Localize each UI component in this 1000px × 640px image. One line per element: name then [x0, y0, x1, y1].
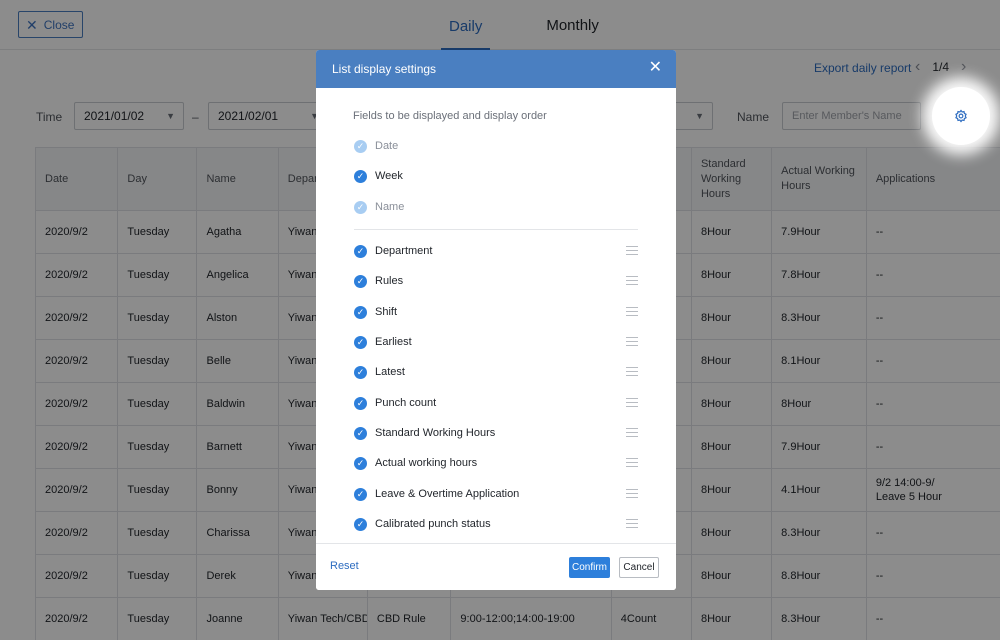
close-icon[interactable]: ✕	[649, 60, 662, 76]
gear-icon	[955, 109, 967, 123]
field-item[interactable]: ✓ Shift	[354, 302, 638, 322]
drag-handle-icon[interactable]	[626, 458, 638, 467]
field-item[interactable]: ✓ Week	[354, 166, 638, 186]
field-item[interactable]: ✓ Punch count	[354, 393, 638, 413]
divider	[354, 229, 638, 230]
drag-handle-icon[interactable]	[626, 398, 638, 407]
drag-handle-icon[interactable]	[626, 307, 638, 316]
list-display-settings-dialog: List display settings ✕ Fields to be dis…	[316, 50, 676, 590]
field-label: Shift	[375, 306, 398, 318]
check-icon[interactable]: ✓	[354, 456, 367, 470]
check-icon[interactable]: ✓	[354, 426, 367, 440]
drag-handle-icon[interactable]	[626, 367, 638, 376]
field-label: Punch count	[375, 397, 437, 409]
field-item[interactable]: ✓ Latest	[354, 362, 638, 382]
field-item[interactable]: ✓ Leave & Overtime Application	[354, 484, 638, 504]
field-item[interactable]: ✓ Calibrated punch status	[354, 514, 638, 534]
check-icon[interactable]: ✓	[354, 517, 367, 531]
field-item[interactable]: ✓ Earliest	[354, 332, 638, 352]
field-label: Name	[375, 201, 405, 213]
dialog-footer: Reset Confirm Cancel	[316, 543, 676, 590]
check-icon[interactable]: ✓	[354, 244, 367, 258]
drag-handle-icon[interactable]	[626, 519, 638, 528]
cancel-button[interactable]: Cancel	[619, 557, 659, 578]
check-icon[interactable]: ✓	[354, 274, 367, 288]
check-icon[interactable]: ✓	[354, 169, 367, 183]
drag-handle-icon[interactable]	[626, 246, 638, 255]
field-label: Standard Working Hours	[375, 427, 496, 439]
field-item-fixed: ✓ Date	[354, 136, 638, 156]
field-label: Latest	[375, 366, 405, 378]
fields-section-title: Fields to be displayed and display order	[353, 110, 547, 122]
dialog-title: List display settings	[332, 62, 437, 76]
check-icon[interactable]: ✓	[354, 487, 367, 501]
column-settings-button[interactable]	[932, 87, 990, 145]
field-label: Calibrated punch status	[375, 518, 491, 530]
field-label: Date	[375, 140, 399, 152]
check-icon[interactable]: ✓	[354, 365, 367, 379]
field-label: Week	[375, 170, 403, 182]
reset-button[interactable]: Reset	[330, 560, 359, 572]
check-icon[interactable]: ✓	[354, 335, 367, 349]
field-label: Department	[375, 245, 433, 257]
confirm-button[interactable]: Confirm	[569, 557, 610, 578]
drag-handle-icon[interactable]	[626, 337, 638, 346]
field-item[interactable]: ✓ Actual working hours	[354, 453, 638, 473]
field-label: Rules	[375, 275, 404, 287]
field-label: Earliest	[375, 336, 412, 348]
field-item[interactable]: ✓ Department	[354, 241, 638, 261]
check-icon[interactable]: ✓	[354, 396, 367, 410]
field-item[interactable]: ✓ Standard Working Hours	[354, 423, 638, 443]
field-label: Leave & Overtime Application	[375, 488, 520, 500]
drag-handle-icon[interactable]	[626, 489, 638, 498]
drag-handle-icon[interactable]	[626, 276, 638, 285]
field-item[interactable]: ✓ Rules	[354, 271, 638, 291]
dialog-body: Fields to be displayed and display order…	[316, 88, 676, 543]
check-icon[interactable]: ✓	[354, 305, 367, 319]
check-icon: ✓	[354, 139, 367, 153]
dialog-header: List display settings ✕	[316, 50, 676, 88]
check-icon: ✓	[354, 200, 367, 214]
field-item-fixed: ✓ Name	[354, 197, 638, 217]
drag-handle-icon[interactable]	[626, 428, 638, 437]
field-label: Actual working hours	[375, 457, 478, 469]
